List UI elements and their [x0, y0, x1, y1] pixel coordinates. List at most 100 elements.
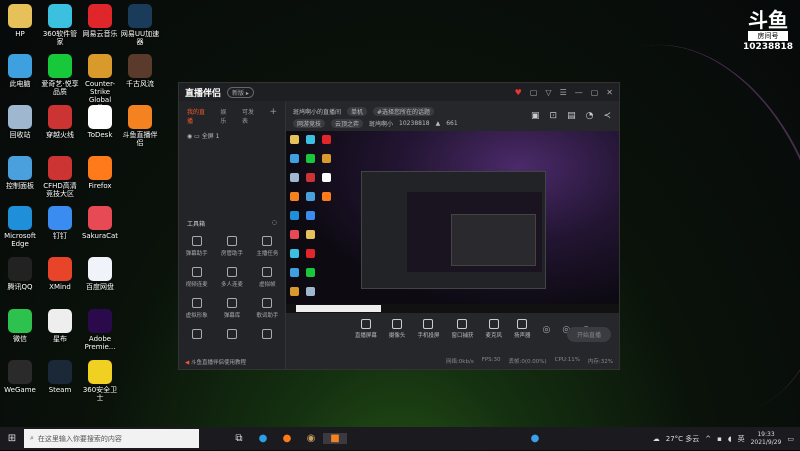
desktop-icon[interactable]: 控制面板 [0, 156, 40, 190]
desktop-icon[interactable]: 网易UU加速器 [120, 4, 160, 46]
desktop-icon[interactable]: 千古风流 [120, 54, 160, 88]
share-icon[interactable]: ≺ [603, 111, 611, 121]
desktop-icon[interactable]: 爱奇艺·悦享品质 [40, 54, 80, 96]
bell-icon[interactable]: ◔ [586, 111, 594, 121]
desktop-icon[interactable]: HP [0, 4, 40, 38]
scene-item[interactable]: ◉ ▭ 全屏 1 [179, 131, 285, 140]
clock[interactable]: 19:33 2021/9/29 [751, 431, 782, 447]
desktop-icon[interactable]: 百度网盘 [80, 257, 120, 291]
close-icon[interactable]: ✕ [606, 88, 613, 97]
taskbar-search[interactable]: ⌕ 在这里输入你要搜索的内容 [24, 429, 199, 448]
desktop-icon[interactable]: 星布 [40, 309, 80, 343]
sidebar-tab[interactable]: 可发表 [242, 107, 259, 125]
desktop-icon[interactable]: ToDesk [80, 105, 120, 139]
tray-expand-icon[interactable]: ^ [705, 435, 711, 443]
desktop-icon[interactable]: Adobe Premie... [80, 309, 120, 351]
task-view-icon[interactable]: ⧉ [227, 433, 251, 444]
control-button[interactable]: 摄像头 [389, 317, 405, 347]
toolbox-settings-icon[interactable]: ◌ [272, 219, 277, 228]
topic-tag[interactable]: #选择您所在的话题 [373, 106, 435, 116]
control-button[interactable]: 手机投屏 [417, 317, 439, 347]
tool-item[interactable]: 多人连麦 [214, 267, 249, 288]
firefox-taskbar-icon[interactable]: ● [275, 433, 299, 444]
desktop-icon[interactable]: Microsoft Edge [0, 206, 40, 248]
app-icon [48, 156, 72, 180]
game-taskbar-icon[interactable]: ◉ [299, 433, 323, 444]
desktop-icon[interactable]: SakuraCat [80, 206, 120, 240]
control-button[interactable]: 直播屏幕 [355, 317, 377, 347]
tool-item[interactable]: 视频连麦 [179, 267, 214, 288]
box-icon[interactable]: ▤ [567, 111, 576, 121]
start-live-button[interactable]: 开始直播 [566, 327, 611, 342]
tool-item[interactable]: 歌词助手 [250, 298, 285, 319]
desktop-icon[interactable]: 回收站 [0, 105, 40, 139]
desktop-icon[interactable]: Firefox [80, 156, 120, 190]
phone-cast-icon [423, 319, 434, 329]
help-taskbar-icon[interactable]: ● [523, 433, 547, 444]
sidebar-tab[interactable]: 我的直播 [187, 107, 210, 125]
desktop-icon[interactable]: 穿越火线 [40, 105, 80, 139]
add-scene-button[interactable]: + [269, 107, 277, 125]
desktop-icon[interactable]: 360安全卫士 [80, 360, 120, 402]
stream-preview[interactable] [286, 131, 619, 313]
desktop-icon[interactable]: CFHD高清竞技大区 [40, 156, 80, 198]
message-icon[interactable]: ▢ [530, 88, 538, 97]
tool-item[interactable] [250, 329, 285, 342]
tool-item[interactable]: 虚拟形象 [179, 298, 214, 319]
tool-item[interactable]: 弹幕库 [214, 298, 249, 319]
sidebar-tab[interactable]: 娱乐 [220, 107, 232, 125]
desktop-icon-label: SakuraCat [81, 232, 119, 240]
desktop-icon[interactable]: 此电脑 [0, 54, 40, 88]
category-tag[interactable]: 单机 [347, 106, 368, 116]
weather-icon: ☁ [652, 434, 660, 443]
ime-indicator[interactable]: 英 [738, 434, 745, 444]
desktop-icon-label: Steam [48, 386, 72, 394]
desktop-icon[interactable]: WeGame [0, 360, 40, 394]
tool-item[interactable]: 虚拟帧 [250, 267, 285, 288]
tool-item[interactable] [179, 329, 214, 342]
desktop-icon[interactable]: 腾讯QQ [0, 257, 40, 291]
desktop-icon[interactable]: 斗鱼直播伴侣 [120, 105, 160, 147]
desktop-icon[interactable]: 360软件管家 [40, 4, 80, 46]
desktop-icon[interactable]: 微信 [0, 309, 40, 343]
live-companion-window: 直播伴侣 新版 ▸ ♥ ▢ ▽ ☰ — ▢ ✕ 我的直播 娱乐 可发表 + ◉ ▭ 全屏 1 工具… [178, 82, 620, 370]
skin-icon[interactable]: ♥ [515, 88, 522, 97]
tool-item[interactable]: 弹幕助手 [179, 236, 214, 257]
tool-item[interactable]: 主播任务 [250, 236, 285, 257]
record-icon[interactable]: ◎ [543, 317, 551, 347]
control-button[interactable]: 窗口捕获 [451, 317, 473, 347]
volume-icon[interactable]: ◖ [728, 435, 732, 443]
app-icon [8, 309, 32, 333]
area-tag[interactable]: 网游竞技 [293, 118, 326, 128]
version-button[interactable]: 新版 ▸ [227, 86, 254, 98]
desktop-icon[interactable]: 钉钉 [40, 206, 80, 240]
room-title[interactable]: 斑鸠啊小的直播间 [293, 107, 341, 116]
edge-taskbar-icon[interactable]: ● [251, 433, 275, 444]
minimize-icon[interactable]: — [575, 88, 583, 97]
tool-item[interactable]: 房管助手 [214, 236, 249, 257]
speaker-icon [517, 319, 528, 329]
preview-desktop-icon [322, 173, 331, 182]
tutorial-link[interactable]: ◀ 斗鱼直播伴侣使用教程 [185, 358, 246, 366]
game-tag[interactable]: 云顶之弈 [331, 118, 364, 128]
douyu-taskbar-icon[interactable]: ■ [323, 433, 347, 444]
desktop-icon[interactable]: 网易云音乐 [80, 4, 120, 38]
preview-desktop-icon [290, 230, 299, 239]
notification-icon[interactable]: ▭ [787, 435, 794, 443]
tool-item[interactable] [214, 329, 249, 342]
feedback-icon[interactable]: ▽ [545, 88, 551, 97]
tool-label: 主播任务 [256, 251, 279, 257]
menu-icon[interactable]: ☰ [560, 88, 567, 97]
control-button[interactable]: 扬声器 [514, 317, 531, 347]
maximize-icon[interactable]: ▢ [591, 88, 599, 97]
desktop-icon[interactable]: Counter-Strike Global Off... [80, 54, 120, 112]
network-icon[interactable]: ▪ [717, 435, 722, 443]
windows-start-icon[interactable]: ⊞ [0, 433, 24, 444]
desktop-icon[interactable]: Steam [40, 360, 80, 394]
tool-label: 虚拟帧 [259, 282, 276, 288]
weather[interactable]: 27°C 多云 [666, 434, 700, 444]
lock-icon[interactable]: ⊡ [550, 111, 558, 121]
gift-icon[interactable]: ▣ [531, 111, 540, 121]
desktop-icon[interactable]: XMind [40, 257, 80, 291]
control-button[interactable]: 麦克风 [485, 317, 502, 347]
